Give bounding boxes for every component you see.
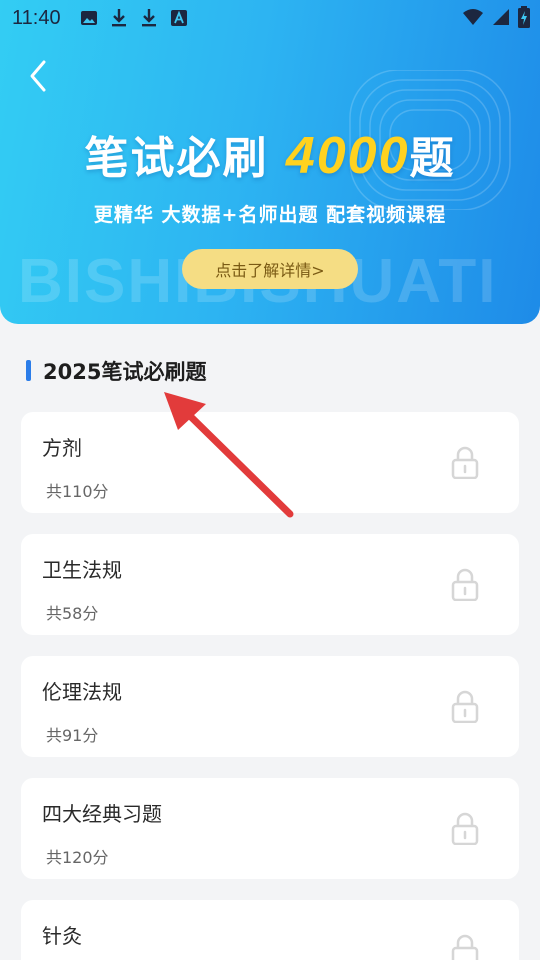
- banner-title-number: 4000: [285, 127, 410, 185]
- banner-title: 笔试必刷 4000题: [0, 122, 540, 186]
- lock-icon: [451, 812, 479, 845]
- card-title: 针灸: [42, 924, 82, 948]
- lock-icon: [451, 934, 479, 960]
- lock-icon: [451, 568, 479, 601]
- chevron-left-icon: [30, 60, 46, 92]
- card-title: 伦理法规: [42, 680, 122, 704]
- course-card[interactable]: 伦理法规 共91分: [21, 656, 519, 757]
- card-title: 卫生法规: [42, 558, 122, 582]
- card-score: 共91分: [46, 726, 99, 745]
- card-score: 共120分: [46, 848, 109, 867]
- section-title: 2025笔试必刷题: [43, 360, 207, 384]
- card-score: 共58分: [46, 604, 99, 623]
- back-button[interactable]: [22, 56, 56, 96]
- card-title: 四大经典习题: [42, 802, 162, 826]
- course-card[interactable]: 四大经典习题 共120分: [21, 778, 519, 879]
- lock-icon: [451, 690, 479, 723]
- banner-subtitle: 更精华 大数据+名师出题 配套视频课程: [93, 204, 447, 226]
- status-time: 11:40: [12, 7, 61, 29]
- image-icon: [81, 11, 97, 25]
- course-card[interactable]: 方剂 共110分: [21, 412, 519, 513]
- banner-title-suffix: 题: [409, 133, 456, 184]
- battery-charging-icon: [518, 6, 530, 28]
- lock-icon: [451, 446, 479, 479]
- course-card[interactable]: 针灸: [21, 900, 519, 960]
- signal-icon: [493, 9, 509, 25]
- section-accent-bar: [26, 360, 31, 381]
- course-card[interactable]: 卫生法规 共58分: [21, 534, 519, 635]
- hero-banner: 11:40 笔试必刷 4000题 更精华 大数据+名师出题 配套视频课程 点击了…: [0, 0, 540, 324]
- download-icon: [112, 9, 126, 27]
- download-icon: [142, 9, 156, 27]
- font-a-icon: [171, 10, 187, 26]
- card-score: 共110分: [46, 482, 109, 501]
- details-button[interactable]: 点击了解详情>: [182, 249, 358, 289]
- banner-title-prefix: 笔试必刷: [84, 133, 269, 184]
- card-title: 方剂: [42, 436, 82, 460]
- status-bar: 11:40: [0, 0, 540, 36]
- wifi-icon: [463, 9, 483, 25]
